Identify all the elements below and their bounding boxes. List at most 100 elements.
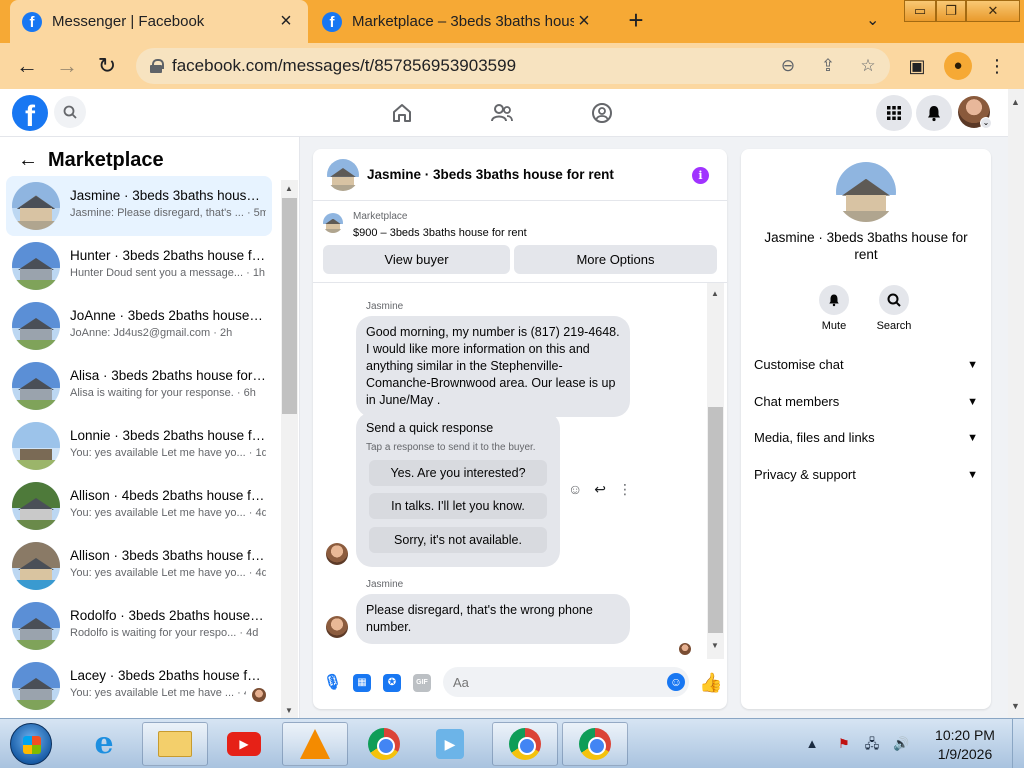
lock-icon xyxy=(150,59,164,73)
emoji-icon[interactable]: ☺ xyxy=(667,673,685,691)
action-center-icon[interactable]: ⚑ xyxy=(836,736,852,752)
sender-avatar[interactable] xyxy=(326,543,348,565)
groups-icon[interactable] xyxy=(588,99,616,127)
tab-messenger[interactable]: f Messenger | Facebook × xyxy=(10,0,308,43)
profile-icon[interactable]: ● xyxy=(944,52,972,80)
notifications-bell-icon[interactable] xyxy=(916,95,952,131)
chat-item-joanne[interactable]: JoAnne · 3beds 2baths house for rent JoA… xyxy=(6,296,272,356)
volume-icon[interactable]: 🔊 xyxy=(893,736,909,752)
chat-list-scrollbar[interactable]: ▲ ▼ xyxy=(281,180,298,718)
chat-item-alisa[interactable]: Alisa · 3beds 2baths house for rent Alis… xyxy=(6,356,272,416)
system-clock[interactable]: 10:20 PM 1/9/2026 xyxy=(926,726,1004,764)
chat-item-lacey[interactable]: Lacey · 3beds 2baths house for rent You:… xyxy=(6,656,272,716)
search-conversation-button[interactable]: Search xyxy=(869,285,919,332)
tab-marketplace[interactable]: f Marketplace – 3beds 3baths house for r… xyxy=(310,0,606,43)
scroll-up-icon[interactable]: ▲ xyxy=(285,184,293,193)
info-icon[interactable]: i xyxy=(692,167,709,184)
home-icon[interactable] xyxy=(388,99,416,127)
message-bubble: Please disregard, that's the wrong phone… xyxy=(356,594,630,644)
friends-icon[interactable] xyxy=(488,99,516,127)
reply-icon[interactable]: ↩ xyxy=(594,481,606,498)
zoom-icon[interactable]: ⊖ xyxy=(776,54,800,78)
sender-avatar[interactable] xyxy=(326,616,348,638)
chat-members-section[interactable]: Chat members ▼ xyxy=(754,391,978,413)
more-options-button[interactable]: More Options xyxy=(514,245,717,274)
close-tab-icon[interactable]: × xyxy=(276,10,296,33)
url-text[interactable]: facebook.com/messages/t/857856953903599 xyxy=(172,56,516,76)
file-explorer-icon[interactable] xyxy=(142,722,208,766)
scroll-down-icon[interactable]: ▼ xyxy=(285,706,293,715)
chat-item-lonnie[interactable]: Lonnie · 3beds 2baths house for rent You… xyxy=(6,416,272,476)
conversation-title[interactable]: Jasmine · 3beds 3baths house for rent xyxy=(367,167,614,182)
new-tab-button[interactable]: + xyxy=(622,6,650,34)
scrollbar-thumb[interactable] xyxy=(282,198,297,414)
search-label: Search xyxy=(876,320,912,332)
sticker-icon[interactable]: ✪ xyxy=(383,674,401,692)
reload-icon[interactable]: ↻ xyxy=(92,51,122,81)
clock-time: 10:20 PM xyxy=(935,727,995,743)
close-tab-icon[interactable]: × xyxy=(574,10,594,33)
search-button[interactable] xyxy=(54,96,86,128)
media-player-icon[interactable]: ▶ xyxy=(430,725,470,763)
emoji-react-icon[interactable]: ☺ xyxy=(568,481,582,498)
scroll-down-icon[interactable]: ▼ xyxy=(1011,701,1020,711)
share-icon[interactable]: ⇪ xyxy=(816,54,840,78)
chrome-icon[interactable] xyxy=(364,725,404,763)
menu-grid-icon[interactable] xyxy=(876,95,912,131)
message-input[interactable] xyxy=(443,667,689,697)
chat-item-allison-3beds[interactable]: Allison · 3beds 3baths house for rent Yo… xyxy=(6,536,272,596)
marketplace-banner: Marketplace $900 – 3beds 3baths house fo… xyxy=(313,201,727,283)
view-buyer-button[interactable]: View buyer xyxy=(323,245,510,274)
show-desktop-button[interactable] xyxy=(1012,719,1024,768)
chat-item-rodolfo[interactable]: Rodolfo · 3beds 2baths house for rent Ro… xyxy=(6,596,272,656)
chevron-down-icon[interactable]: ⌄ xyxy=(866,10,879,30)
chevron-down-icon[interactable]: ⌄ xyxy=(980,117,992,129)
chat-item-allison-4beds[interactable]: Allison · 4beds 2baths house for rent Yo… xyxy=(6,476,272,536)
quick-response-not-available-button[interactable]: Sorry, it's not available. xyxy=(369,527,547,553)
chat-preview: Hunter Doud sent you a message... · 1h xyxy=(70,267,266,279)
gif-icon[interactable]: GIF xyxy=(413,674,431,692)
forward-arrow-icon[interactable]: → xyxy=(52,51,82,81)
start-button[interactable] xyxy=(10,723,52,765)
bookmark-star-icon[interactable]: ☆ xyxy=(856,54,880,78)
microphone-icon[interactable]: 🎙 xyxy=(323,674,342,692)
quick-response-in-talks-button[interactable]: In talks. I'll let you know. xyxy=(369,493,547,519)
scroll-up-icon[interactable]: ▲ xyxy=(711,289,719,298)
chrome-profile-window-icon[interactable] xyxy=(562,722,628,766)
chrome-window-icon[interactable] xyxy=(492,722,558,766)
quick-response-yes-button[interactable]: Yes. Are you interested? xyxy=(369,460,547,486)
youtube-icon[interactable]: ▶ xyxy=(224,725,264,763)
chat-item-hunter[interactable]: Hunter · 3beds 2baths house for rent Hun… xyxy=(6,236,272,296)
mute-button[interactable]: Mute xyxy=(809,285,859,332)
browser-tab-bar: f Messenger | Facebook × f Marketplace –… xyxy=(0,0,1024,43)
network-icon[interactable]: 🖧 xyxy=(864,736,880,752)
privacy-support-section[interactable]: Privacy & support ▼ xyxy=(754,464,978,486)
internet-explorer-icon[interactable]: e xyxy=(84,725,124,763)
media-files-section[interactable]: Media, files and links ▼ xyxy=(754,427,978,449)
listing-summary[interactable]: $900 – 3beds 3baths house for rent xyxy=(353,227,527,239)
thumbs-up-icon[interactable]: 👍 xyxy=(699,671,723,695)
scroll-down-icon[interactable]: ▼ xyxy=(711,641,719,650)
back-arrow-icon[interactable]: ← xyxy=(12,51,42,81)
facebook-logo-icon[interactable]: f xyxy=(12,95,48,131)
back-arrow-icon[interactable]: ← xyxy=(18,149,38,172)
scrollbar-thumb[interactable] xyxy=(708,407,723,633)
listing-avatar xyxy=(12,662,60,710)
vlc-icon[interactable] xyxy=(282,722,348,766)
show-hidden-icons[interactable]: ▲ xyxy=(804,736,820,752)
chat-item-jasmine[interactable]: Jasmine · 3beds 3baths house for rent Ja… xyxy=(6,176,272,236)
menu-kebab-icon[interactable]: ⋮ xyxy=(984,53,1010,79)
side-panel-icon[interactable]: ▣ xyxy=(904,53,930,79)
page-scrollbar[interactable]: ▲ ▼ xyxy=(1008,89,1024,718)
scroll-up-icon[interactable]: ▲ xyxy=(1011,97,1020,107)
minimize-button[interactable]: ▭ xyxy=(904,0,936,22)
more-icon[interactable]: ⋮ xyxy=(618,481,632,498)
close-window-button[interactable]: ✕ xyxy=(966,0,1020,22)
thread-scrollbar[interactable]: ▲ ▼ xyxy=(707,283,724,659)
customise-chat-section[interactable]: Customise chat ▼ xyxy=(754,354,978,376)
photo-icon[interactable]: ▦ xyxy=(353,674,371,692)
listing-avatar[interactable] xyxy=(327,159,359,191)
restore-button[interactable]: ❐ xyxy=(936,0,966,22)
tab-title: Marketplace – 3beds 3baths house for ren… xyxy=(352,13,574,30)
omnibox[interactable]: facebook.com/messages/t/857856953903599 … xyxy=(136,48,890,84)
